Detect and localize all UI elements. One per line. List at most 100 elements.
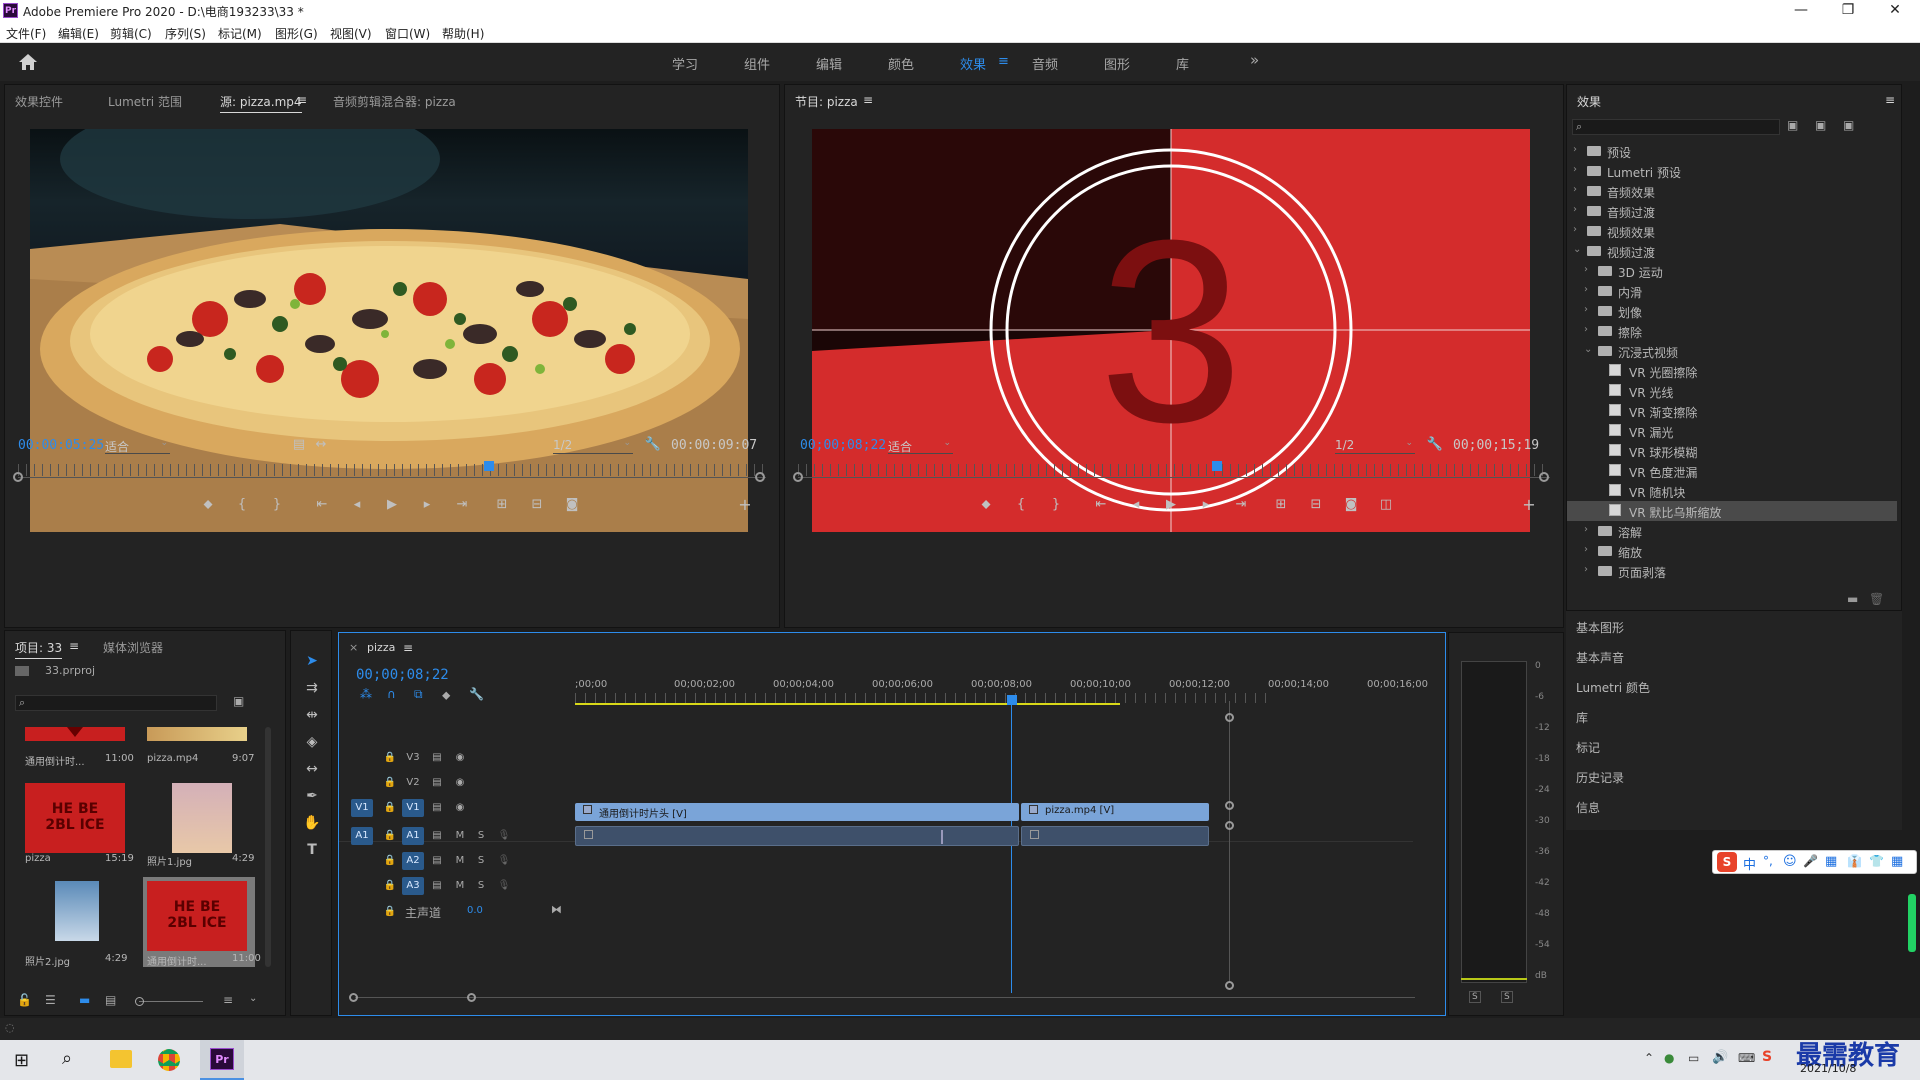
solo-button[interactable]: S (470, 827, 492, 845)
chevron-down-icon[interactable]: ⌄ (1584, 344, 1592, 355)
menu-graphics[interactable]: 图形(G) (275, 25, 318, 42)
panel-markers[interactable]: 标记 (1576, 739, 1600, 756)
menu-window[interactable]: 窗口(W) (385, 25, 430, 42)
panel-lumetri-color[interactable]: Lumetri 颜色 (1576, 679, 1650, 696)
comparison-view-icon[interactable]: ◫ (1376, 497, 1396, 512)
program-playhead[interactable] (1211, 461, 1222, 471)
step-forward-icon[interactable]: ▸ (417, 497, 437, 512)
timeline-a-scroll-bottom[interactable] (1225, 981, 1234, 990)
menu-sequence[interactable]: 序列(S) (165, 25, 206, 42)
microphone-icon[interactable]: 🎙 (493, 852, 515, 870)
mute-button[interactable]: M (449, 877, 471, 895)
program-fit-dropdown[interactable]: 适合 ⌄ (888, 438, 953, 454)
mute-button[interactable]: M (449, 827, 471, 845)
source-scroll-handle-left[interactable] (13, 472, 23, 482)
mark-in-icon[interactable]: { (232, 497, 252, 512)
project-search-input[interactable]: ⌕ (15, 695, 217, 711)
workspace-audio[interactable]: 音频 (1032, 54, 1058, 73)
app-tray-icon[interactable]: ● (1664, 1051, 1674, 1065)
tab-timeline-sequence[interactable]: pizza (367, 641, 395, 656)
mark-in-icon[interactable]: { (1011, 497, 1031, 512)
linked-selection-icon[interactable]: ⧉ (414, 687, 423, 702)
source-patch-a1[interactable]: A1 (351, 827, 373, 845)
chevron-down-icon[interactable]: ⌄ (249, 993, 257, 1004)
track-label[interactable]: A3 (402, 877, 424, 895)
effect-folder[interactable]: › 溶解 (1567, 521, 1897, 541)
lock-icon[interactable]: 🔒 (379, 903, 401, 921)
type-tool-icon[interactable]: T (300, 842, 324, 864)
timeline-timecode[interactable]: 00;00;08;22 (356, 667, 449, 683)
panel-info[interactable]: 信息 (1576, 799, 1600, 816)
add-marker-icon[interactable]: ⬥ (442, 688, 450, 703)
file-explorer-icon[interactable] (110, 1050, 132, 1068)
eye-icon[interactable]: ◉ (449, 749, 471, 767)
menu-help[interactable]: 帮助(H) (442, 25, 484, 42)
tab-project[interactable]: 项目: 33 (15, 639, 63, 659)
wrench-icon[interactable]: 🔧 (1425, 437, 1445, 452)
lock-icon[interactable]: 🔒 (379, 749, 401, 767)
track-label[interactable]: V3 (402, 749, 424, 767)
thumb-pizza-sequence[interactable]: HE BE 2BL ICE (25, 783, 125, 853)
microphone-icon[interactable]: 🎙 (493, 877, 515, 895)
add-button-icon[interactable]: + (1519, 495, 1539, 514)
microphone-icon[interactable]: 🎙 (493, 827, 515, 845)
eye-icon[interactable]: ◉ (449, 774, 471, 792)
tab-effect-controls[interactable]: 效果控件 (15, 93, 63, 110)
track-label[interactable]: V2 (402, 774, 424, 792)
insert-icon[interactable]: ⊞ (492, 497, 512, 512)
sync-lock-icon[interactable]: ▤ (426, 852, 448, 870)
workspace-libraries[interactable]: 库 (1176, 54, 1189, 73)
effects-menu-icon[interactable]: ≡ (1885, 93, 1895, 107)
menu-marker[interactable]: 标记(M) (218, 25, 262, 42)
chevron-right-icon[interactable]: › (1573, 184, 1577, 195)
icon-view-icon[interactable]: ▬ (79, 993, 90, 1007)
zoom-slider-handle[interactable] (135, 997, 144, 1006)
chevron-up-icon[interactable]: ⌃ (1644, 1051, 1654, 1065)
panel-history[interactable]: 历史记录 (1576, 769, 1624, 786)
eye-icon[interactable]: ◉ (449, 799, 471, 817)
solo-right-button[interactable]: S (1501, 991, 1513, 1003)
chevron-right-icon[interactable]: › (1573, 164, 1577, 175)
skin-icon[interactable]: 👔 (1847, 854, 1862, 868)
emoji-icon[interactable]: ☺ (1783, 854, 1797, 869)
timeline-ruler-ticks[interactable] (575, 693, 1275, 703)
minimize-button[interactable]: — (1786, 2, 1816, 18)
workspace-graphics[interactable]: 图形 (1104, 54, 1130, 73)
panel-essential-sound[interactable]: 基本声音 (1576, 649, 1624, 666)
menu-edit[interactable]: 编辑(E) (58, 25, 99, 42)
speaker-icon[interactable]: 🔊 (1712, 1050, 1728, 1065)
chevron-right-icon[interactable]: › (1573, 204, 1577, 215)
add-button-icon[interactable]: + (735, 495, 755, 514)
solo-button[interactable]: S (470, 877, 492, 895)
program-scroll-handle-right[interactable] (1539, 472, 1549, 482)
razor-tool-icon[interactable]: ◈ (300, 734, 324, 756)
program-time-ruler[interactable] (798, 464, 1550, 476)
track-label[interactable]: A2 (402, 852, 424, 870)
source-playhead[interactable] (484, 461, 495, 471)
chrome-icon[interactable] (158, 1049, 180, 1071)
chevron-right-icon[interactable]: › (1584, 524, 1588, 535)
source-timecode[interactable]: 00:00:05:25 (18, 438, 104, 453)
chevron-right-icon[interactable]: › (1573, 144, 1577, 155)
master-volume-value[interactable]: 0.0 (467, 905, 483, 916)
clip-pizza-video[interactable]: pizza.mp4 [V] (1021, 803, 1209, 821)
effect-folder[interactable]: › 预设 (1567, 141, 1897, 161)
sync-lock-icon[interactable]: ▤ (426, 799, 448, 817)
mark-out-icon[interactable]: } (1046, 497, 1066, 512)
panel-libraries[interactable]: 库 (1576, 709, 1588, 726)
selection-tool-icon[interactable]: ➤ (300, 653, 324, 675)
zoom-slider[interactable] (139, 1001, 203, 1002)
effect-folder[interactable]: › 划像 (1567, 301, 1897, 321)
program-scroll-handle-left[interactable] (793, 472, 803, 482)
sogou-logo-icon[interactable]: S (1717, 852, 1737, 872)
close-button[interactable]: ✕ (1880, 2, 1910, 18)
grid-icon[interactable]: ▦ (1891, 854, 1903, 869)
effect-folder[interactable]: › 3D 运动 (1567, 261, 1897, 281)
go-to-in-icon[interactable]: ⇤ (312, 497, 332, 512)
tab-timeline-menu-icon[interactable]: ≡ (403, 641, 413, 655)
menu-view[interactable]: 视图(V) (330, 25, 372, 42)
effects-search-input[interactable]: ⌕ (1572, 119, 1780, 135)
ime-mode-chinese[interactable]: 中 (1743, 854, 1756, 873)
chevron-right-icon[interactable]: › (1584, 544, 1588, 555)
tab-program-menu-icon[interactable]: ≡ (863, 93, 873, 107)
